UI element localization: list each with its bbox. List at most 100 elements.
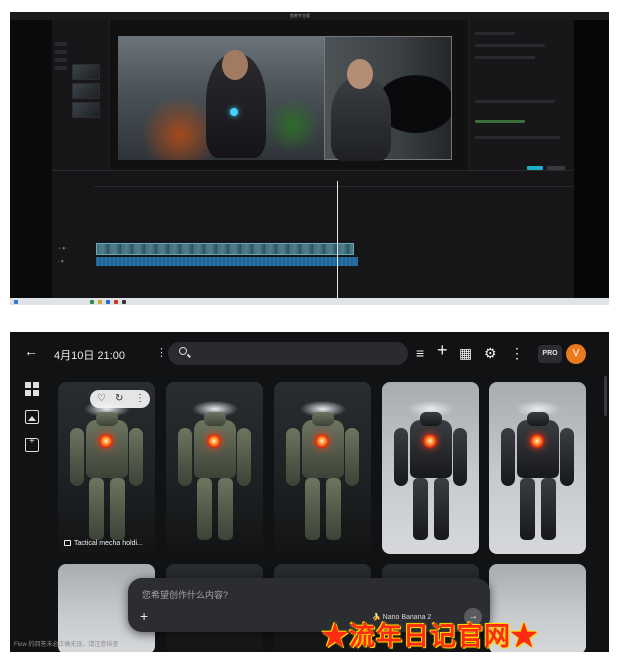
media-category[interactable] bbox=[55, 50, 67, 54]
media-thumbnail[interactable] bbox=[72, 102, 100, 118]
mech-leg bbox=[326, 478, 341, 540]
mech-arm bbox=[501, 428, 515, 486]
reactor-core bbox=[207, 434, 221, 448]
more-vertical-icon[interactable]: ⋮ bbox=[135, 392, 145, 406]
media-thumbnail[interactable] bbox=[72, 83, 100, 99]
editor-titlebar: 剪映专业版 bbox=[10, 12, 609, 20]
mech-torso bbox=[517, 420, 559, 478]
scrollbar[interactable] bbox=[604, 376, 607, 416]
property-slider[interactable] bbox=[475, 136, 560, 139]
mech-leg bbox=[218, 478, 233, 540]
more-vertical-icon[interactable]: ⋮ bbox=[510, 345, 524, 361]
media-category[interactable] bbox=[55, 58, 67, 62]
film-icon[interactable]: ▦ bbox=[459, 345, 472, 361]
track-label: ▭ ◉ ◌ bbox=[58, 246, 69, 250]
add-folder-icon[interactable] bbox=[25, 436, 39, 452]
preview-player bbox=[110, 20, 468, 170]
search-input[interactable] bbox=[194, 345, 399, 362]
add-media-button[interactable]: + bbox=[140, 608, 148, 624]
flow-workspace-screenshot: ← 4月10日 21:00 ⋮ ≡ + ▦ ⚙ ⋮ PRO V ♡ ↻ ⋮ Ta… bbox=[10, 332, 609, 652]
property-row[interactable] bbox=[475, 100, 555, 103]
mech-head bbox=[312, 412, 334, 426]
video-clip[interactable] bbox=[96, 243, 354, 255]
image-icon[interactable] bbox=[25, 410, 39, 424]
audio-clip[interactable] bbox=[96, 257, 358, 266]
mech-leg bbox=[541, 478, 556, 540]
more-vertical-icon[interactable]: ⋮ bbox=[156, 346, 167, 359]
timeline: ▭ ◉ ◌ ♪ ◉ bbox=[52, 170, 574, 299]
heart-icon[interactable]: ♡ bbox=[97, 392, 106, 406]
mech-arm bbox=[70, 428, 84, 486]
plan-badge[interactable]: PRO bbox=[538, 345, 562, 363]
arrow-left-icon[interactable]: ← bbox=[24, 343, 38, 359]
gear-icon[interactable]: ⚙ bbox=[484, 345, 497, 361]
mech-leg bbox=[89, 478, 104, 540]
editor-left-bar bbox=[10, 20, 52, 298]
reactor-core bbox=[315, 434, 329, 448]
image-card[interactable] bbox=[382, 382, 479, 554]
reactor-core bbox=[423, 434, 437, 448]
mech-arm bbox=[129, 428, 143, 486]
mech-leg bbox=[197, 478, 212, 540]
mech-arm bbox=[394, 428, 408, 486]
card-action-bar: ♡ ↻ ⋮ bbox=[90, 390, 150, 408]
property-row[interactable] bbox=[475, 56, 535, 59]
editor-right-edge bbox=[574, 20, 609, 305]
search-icon bbox=[179, 347, 187, 355]
search-bar[interactable] bbox=[168, 342, 408, 365]
media-category[interactable] bbox=[55, 42, 67, 46]
grid-view-icon[interactable] bbox=[25, 382, 39, 396]
mech-arm bbox=[453, 428, 467, 486]
site-watermark: ★流年日记官网★ bbox=[322, 622, 539, 652]
taskbar-app-icon[interactable] bbox=[114, 299, 118, 304]
image-card[interactable] bbox=[274, 382, 371, 554]
reuse-prompt-icon[interactable]: ↻ bbox=[115, 392, 123, 406]
card-caption: Tactical mecha holdi... bbox=[64, 540, 143, 547]
mech-arm bbox=[560, 428, 574, 486]
taskbar-app-icon[interactable] bbox=[90, 299, 94, 304]
chest-light bbox=[230, 108, 238, 116]
reactor-core bbox=[530, 434, 544, 448]
image-card[interactable] bbox=[489, 382, 586, 554]
property-row[interactable] bbox=[475, 44, 545, 47]
video-editor-screenshot: 剪映专业版 ▭ ◉ ◌ ♪ ◉ bbox=[10, 12, 609, 305]
mech-torso bbox=[410, 420, 452, 478]
mech-head bbox=[96, 412, 118, 426]
windows-taskbar bbox=[10, 298, 609, 305]
card-caption-text: Tactical mecha holdi... bbox=[74, 540, 143, 547]
mech-arm bbox=[178, 428, 192, 486]
mech-head bbox=[204, 412, 226, 426]
project-title[interactable]: 4月10日 21:00 bbox=[54, 347, 125, 363]
armored-hero-figure bbox=[331, 77, 391, 161]
playhead[interactable] bbox=[337, 181, 338, 299]
avatar[interactable]: V bbox=[566, 344, 586, 364]
image-icon bbox=[64, 540, 71, 546]
plus-icon[interactable]: + bbox=[437, 341, 448, 359]
taskbar-app-icon[interactable] bbox=[122, 299, 126, 304]
mech-leg bbox=[520, 478, 535, 540]
hero-head bbox=[347, 59, 373, 89]
image-card[interactable]: ♡ ↻ ⋮ Tactical mecha holdi... bbox=[58, 382, 155, 554]
disclaimer-text: Flow 的回答未必正确无误，请注意核查 bbox=[14, 642, 119, 648]
mech-torso bbox=[302, 420, 344, 478]
timeline-ruler[interactable] bbox=[94, 181, 574, 187]
mech-head bbox=[527, 412, 549, 426]
mech-leg bbox=[413, 478, 428, 540]
windows-start-icon[interactable] bbox=[14, 299, 18, 304]
preview-frame-main bbox=[118, 36, 324, 160]
prompt-input[interactable]: 您希望创作什么内容? bbox=[142, 588, 228, 601]
mech-leg bbox=[305, 478, 320, 540]
media-panel bbox=[52, 20, 110, 170]
image-card[interactable] bbox=[166, 382, 263, 554]
media-category[interactable] bbox=[55, 66, 67, 70]
taskbar-app-icon[interactable] bbox=[106, 299, 110, 304]
filter-icon[interactable]: ≡ bbox=[416, 345, 424, 361]
taskbar-app-icon[interactable] bbox=[98, 299, 102, 304]
mech-head bbox=[420, 412, 442, 426]
mech-torso bbox=[86, 420, 128, 478]
property-toggle[interactable] bbox=[475, 120, 525, 123]
property-row[interactable] bbox=[475, 32, 515, 35]
mech-torso bbox=[194, 420, 236, 478]
mech-leg bbox=[110, 478, 125, 540]
media-thumbnail[interactable] bbox=[72, 64, 100, 80]
